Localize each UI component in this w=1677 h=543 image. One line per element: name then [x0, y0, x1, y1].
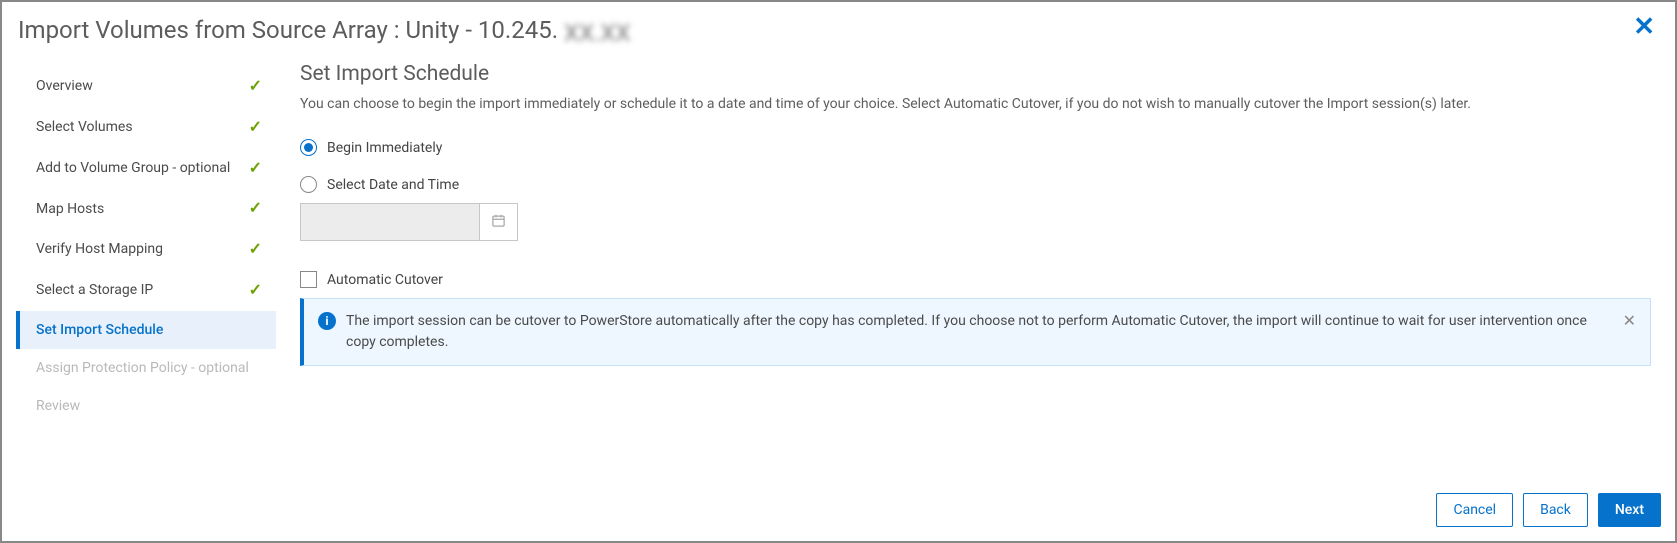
button-label: Back — [1540, 502, 1571, 518]
sidebar-item-select-volumes[interactable]: Select Volumes ✓ — [16, 107, 276, 148]
sidebar-item-label: Map Hosts — [36, 200, 112, 218]
back-button[interactable]: Back — [1523, 493, 1588, 527]
radio-icon — [300, 176, 317, 193]
banner-close-icon[interactable]: ✕ — [1623, 311, 1636, 330]
radio-label: Select Date and Time — [327, 177, 459, 193]
checkmark-icon: ✓ — [249, 198, 262, 219]
date-time-picker — [300, 203, 1651, 241]
radio-label: Begin Immediately — [327, 140, 442, 156]
checkmark-icon: ✓ — [249, 239, 262, 260]
dialog-title: Import Volumes from Source Array : Unity… — [16, 12, 628, 58]
checkbox-automatic-cutover[interactable]: Automatic Cutover — [300, 271, 1651, 288]
sidebar-item-map-hosts[interactable]: Map Hosts ✓ — [16, 188, 276, 229]
sidebar-item-label: Assign Protection Policy - optional — [36, 359, 257, 377]
sidebar-item-storage-ip[interactable]: Select a Storage IP ✓ — [16, 270, 276, 311]
wizard-steps-sidebar: Overview ✓ Select Volumes ✓ Add to Volum… — [16, 58, 276, 475]
sidebar-item-protection-policy: Assign Protection Policy - optional — [16, 349, 276, 387]
calendar-icon — [491, 213, 506, 232]
sidebar-item-review: Review — [16, 387, 276, 425]
dialog-header: Import Volumes from Source Array : Unity… — [16, 12, 1661, 58]
sidebar-item-set-import-schedule[interactable]: Set Import Schedule — [16, 311, 276, 349]
checkmark-icon: ✓ — [249, 158, 262, 179]
info-icon: i — [318, 312, 336, 330]
checkbox-icon — [300, 271, 317, 288]
sidebar-item-overview[interactable]: Overview ✓ — [16, 66, 276, 107]
checkmark-icon: ✓ — [249, 117, 262, 138]
sidebar-item-label: Select Volumes — [36, 118, 141, 136]
dialog-footer: Cancel Back Next — [16, 475, 1661, 527]
dialog-body: Overview ✓ Select Volumes ✓ Add to Volum… — [16, 58, 1661, 475]
sidebar-item-volume-group[interactable]: Add to Volume Group - optional ✓ — [16, 148, 276, 189]
checkbox-label: Automatic Cutover — [327, 272, 443, 288]
import-wizard-dialog: Import Volumes from Source Array : Unity… — [0, 0, 1677, 543]
sidebar-item-label: Add to Volume Group - optional — [36, 159, 238, 177]
info-banner-text: The import session can be cutover to Pow… — [346, 311, 1609, 353]
button-label: Next — [1615, 502, 1644, 518]
checkmark-icon: ✓ — [249, 76, 262, 97]
checkmark-icon: ✓ — [249, 280, 262, 301]
calendar-picker-button[interactable] — [480, 203, 518, 241]
radio-begin-immediately[interactable]: Begin Immediately — [300, 139, 1651, 156]
radio-icon — [300, 139, 317, 156]
sidebar-item-label: Verify Host Mapping — [36, 240, 171, 258]
next-button[interactable]: Next — [1598, 493, 1661, 527]
sidebar-item-label: Review — [36, 397, 88, 415]
dialog-title-redacted: XX.XX — [564, 19, 628, 41]
step-title: Set Import Schedule — [300, 62, 1651, 86]
wizard-step-content: Set Import Schedule You can choose to be… — [276, 58, 1661, 475]
sidebar-item-verify-host-mapping[interactable]: Verify Host Mapping ✓ — [16, 229, 276, 270]
cancel-button[interactable]: Cancel — [1436, 493, 1513, 527]
radio-select-date-time[interactable]: Select Date and Time — [300, 176, 1651, 193]
dialog-title-text: Import Volumes from Source Array : Unity… — [18, 16, 558, 44]
sidebar-item-label: Select a Storage IP — [36, 281, 161, 299]
sidebar-item-label: Set Import Schedule — [36, 321, 171, 339]
date-time-input[interactable] — [300, 203, 480, 241]
sidebar-item-label: Overview — [36, 77, 101, 95]
close-icon[interactable]: ✕ — [1633, 12, 1661, 42]
info-banner: i The import session can be cutover to P… — [300, 298, 1651, 366]
button-label: Cancel — [1453, 502, 1496, 518]
step-description: You can choose to begin the import immed… — [300, 94, 1500, 115]
